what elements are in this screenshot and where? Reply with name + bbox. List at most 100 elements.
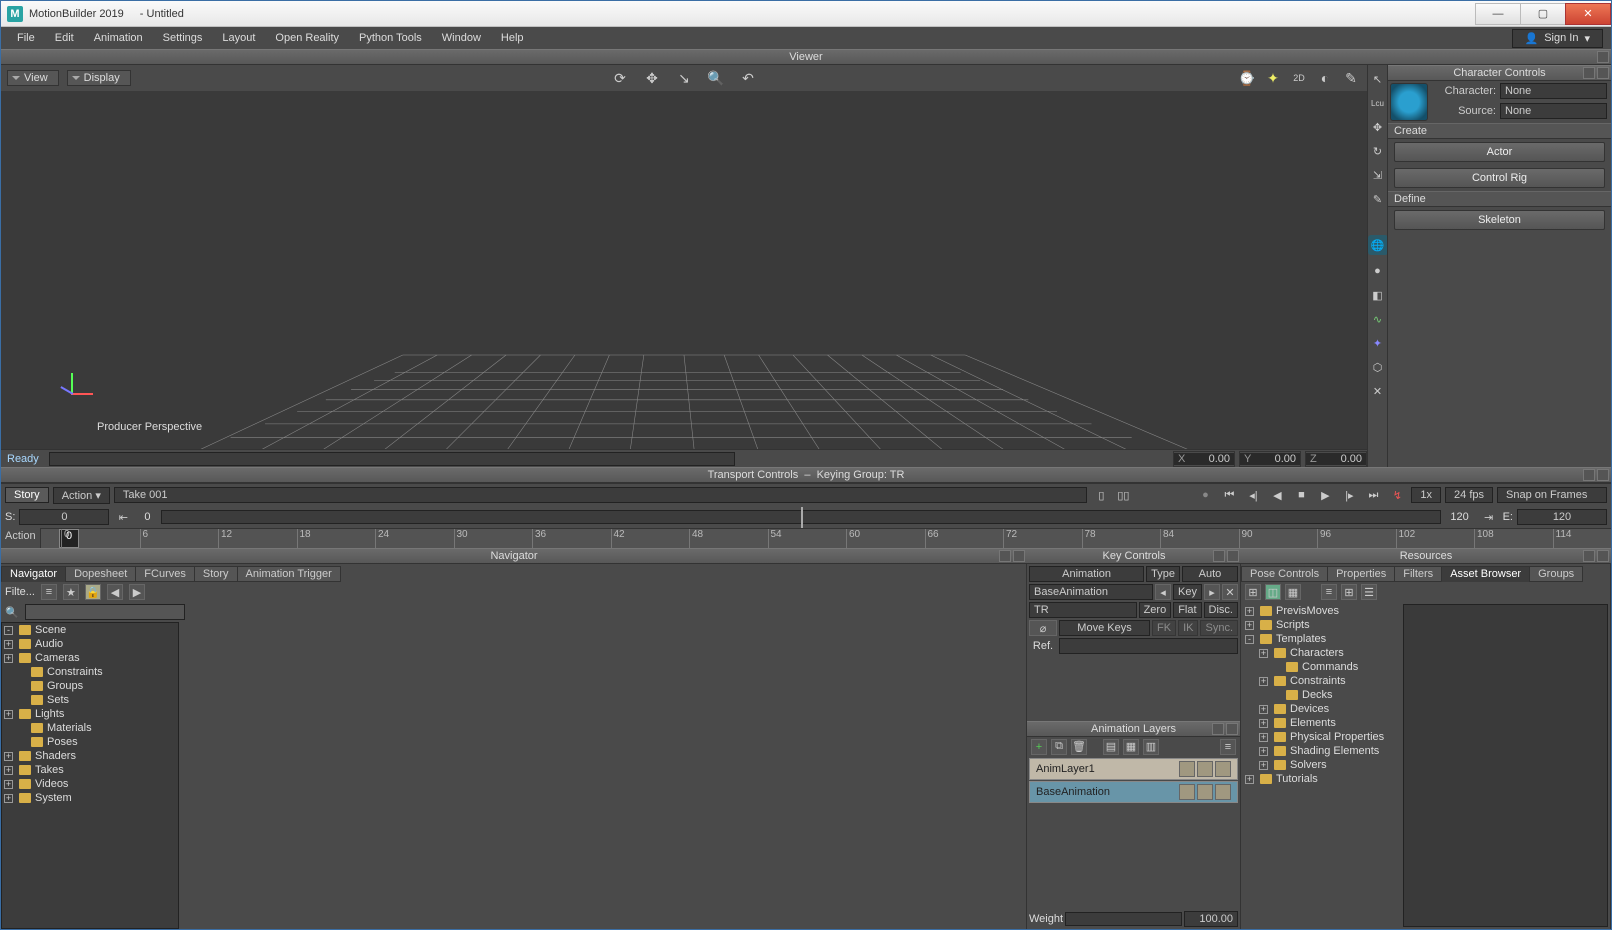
tab-assetbrowser[interactable]: Asset Browser: [1441, 566, 1530, 582]
tree-item[interactable]: +Scripts: [1243, 618, 1399, 632]
kc-ref-input[interactable]: [1059, 638, 1238, 654]
tree-item[interactable]: +Solvers: [1243, 758, 1399, 772]
kc-key-button[interactable]: Key: [1173, 584, 1202, 600]
layer-lock-icon[interactable]: [1179, 761, 1195, 777]
transport-dock-icon[interactable]: [1583, 469, 1595, 481]
transform-tool-icon[interactable]: ✎: [1370, 191, 1386, 207]
kc-type-dropdown[interactable]: Auto: [1182, 566, 1238, 582]
layer-row[interactable]: AnimLayer1: [1029, 758, 1238, 780]
move-tool-icon[interactable]: ✥: [1370, 119, 1386, 135]
al-del-layer-icon[interactable]: 🗑: [1071, 739, 1087, 755]
al-stack-icon[interactable]: ▥: [1143, 739, 1159, 755]
menu-settings[interactable]: Settings: [155, 31, 211, 45]
viewport[interactable]: Producer Perspective: [1, 91, 1367, 449]
cc-actor-button[interactable]: Actor: [1394, 142, 1605, 162]
tree-item[interactable]: Constraints: [2, 665, 178, 679]
nav-close-icon[interactable]: [1013, 550, 1025, 562]
tree-item[interactable]: +System: [2, 791, 178, 805]
globe-tool-icon[interactable]: 🌐: [1368, 235, 1388, 255]
navigator-tree[interactable]: -Scene+Audio+CamerasConstraintsGroupsSet…: [1, 622, 179, 929]
orbit-icon[interactable]: ⟳: [610, 68, 630, 88]
tab-story[interactable]: Story: [194, 566, 238, 582]
transport-close-icon[interactable]: [1597, 469, 1609, 481]
tab-groups[interactable]: Groups: [1529, 566, 1583, 582]
kc-tr-dropdown[interactable]: TR: [1029, 602, 1137, 618]
play-reverse-button[interactable]: ◀: [1267, 486, 1287, 504]
layer-solo-icon[interactable]: [1215, 784, 1231, 800]
tree-item[interactable]: +PrevisMoves: [1243, 604, 1399, 618]
display-2d-icon[interactable]: 2D: [1289, 68, 1309, 88]
kc-sync-button[interactable]: Sync.: [1200, 620, 1238, 636]
weight-slider[interactable]: [1065, 912, 1182, 926]
close-button[interactable]: ✕: [1565, 3, 1611, 25]
nav-dock-icon[interactable]: [999, 550, 1011, 562]
al-flatten-icon[interactable]: ▦: [1123, 739, 1139, 755]
menu-animation[interactable]: Animation: [86, 31, 151, 45]
scale-tool-icon[interactable]: ⇲: [1370, 167, 1386, 183]
kc-disc-button[interactable]: Disc.: [1204, 602, 1238, 618]
range-start-input[interactable]: [19, 509, 109, 525]
nav-fwd-icon[interactable]: ▶: [129, 584, 145, 600]
record-button[interactable]: ●: [1195, 486, 1215, 504]
range-lock-left-icon[interactable]: ⇤: [113, 508, 133, 526]
layer-mute-icon[interactable]: [1197, 784, 1213, 800]
tab-posecontrols[interactable]: Pose Controls: [1241, 566, 1328, 582]
tree-item[interactable]: +Lights: [2, 707, 178, 721]
tree-item[interactable]: +Cameras: [2, 651, 178, 665]
al-menu-icon[interactable]: ≡: [1220, 739, 1236, 755]
al-dup-layer-icon[interactable]: ⧉: [1051, 739, 1067, 755]
filter-star-icon[interactable]: ★: [63, 584, 79, 600]
kc-flat-button[interactable]: Flat: [1173, 602, 1201, 618]
sphere-tool-icon[interactable]: ●: [1370, 263, 1386, 279]
tree-item[interactable]: +Characters: [1243, 646, 1399, 660]
cc-source-dropdown[interactable]: None: [1500, 103, 1607, 119]
coord-y[interactable]: Y0.00: [1239, 451, 1301, 467]
cross-tool-icon[interactable]: ✕: [1370, 383, 1386, 399]
nav-search-input[interactable]: [25, 604, 185, 620]
res-grid-icon[interactable]: ⊞: [1341, 584, 1357, 600]
viewer-display-dropdown[interactable]: Display: [67, 70, 131, 86]
signin-button[interactable]: 👤 Sign In ▾: [1512, 29, 1603, 48]
tree-item[interactable]: -Templates: [1243, 632, 1399, 646]
al-add-layer-icon[interactable]: +: [1031, 739, 1047, 755]
kc-close-icon[interactable]: [1227, 550, 1239, 562]
layout-single-icon[interactable]: ▯: [1091, 486, 1111, 504]
res-list-icon[interactable]: ≡: [1321, 584, 1337, 600]
tree-item[interactable]: -Scene: [2, 623, 178, 637]
layout-dual-icon[interactable]: ▯▯: [1113, 486, 1133, 504]
tree-item[interactable]: Decks: [1243, 688, 1399, 702]
layer-solo-icon[interactable]: [1215, 761, 1231, 777]
menu-open-reality[interactable]: Open Reality: [267, 31, 347, 45]
coord-z[interactable]: Z0.00: [1305, 451, 1367, 467]
viewer-view-dropdown[interactable]: View: [7, 70, 59, 86]
minimize-button[interactable]: —: [1475, 3, 1521, 25]
kc-ik-button[interactable]: IK: [1178, 620, 1198, 636]
resources-view[interactable]: [1403, 604, 1608, 927]
kc-animation-dropdown[interactable]: Animation: [1029, 566, 1144, 582]
tab-navigator[interactable]: Navigator: [1, 566, 66, 582]
tree-item[interactable]: Sets: [2, 693, 178, 707]
loop-button[interactable]: ↯: [1387, 486, 1407, 504]
story-mode-button[interactable]: Story: [5, 487, 49, 503]
tree-item[interactable]: +Tutorials: [1243, 772, 1399, 786]
trajectory-icon[interactable]: ✦: [1263, 68, 1283, 88]
step-back-button[interactable]: ◂|: [1243, 486, 1263, 504]
zoom-icon[interactable]: 🔍: [706, 68, 726, 88]
timeline-icon[interactable]: ⌚: [1237, 68, 1257, 88]
tree-item[interactable]: Commands: [1243, 660, 1399, 674]
play-button[interactable]: ▶: [1315, 486, 1335, 504]
undo-view-icon[interactable]: ↶: [738, 68, 758, 88]
layer-row[interactable]: BaseAnimation: [1029, 781, 1238, 803]
tree-item[interactable]: +Shading Elements: [1243, 744, 1399, 758]
res-close-icon[interactable]: [1597, 550, 1609, 562]
tab-fcurves[interactable]: FCurves: [135, 566, 195, 582]
rotate-tool-icon[interactable]: ↻: [1370, 143, 1386, 159]
panel-menu-icon[interactable]: [1597, 51, 1609, 63]
tree-item[interactable]: +Constraints: [1243, 674, 1399, 688]
tree-item[interactable]: +Elements: [1243, 716, 1399, 730]
action-mode-button[interactable]: Action ▾: [53, 487, 110, 504]
tab-dopesheet[interactable]: Dopesheet: [65, 566, 136, 582]
cube-tool-icon[interactable]: ◧: [1370, 287, 1386, 303]
step-fwd-button[interactable]: |▸: [1339, 486, 1359, 504]
res-view-tree-icon[interactable]: ⊞: [1245, 584, 1261, 600]
